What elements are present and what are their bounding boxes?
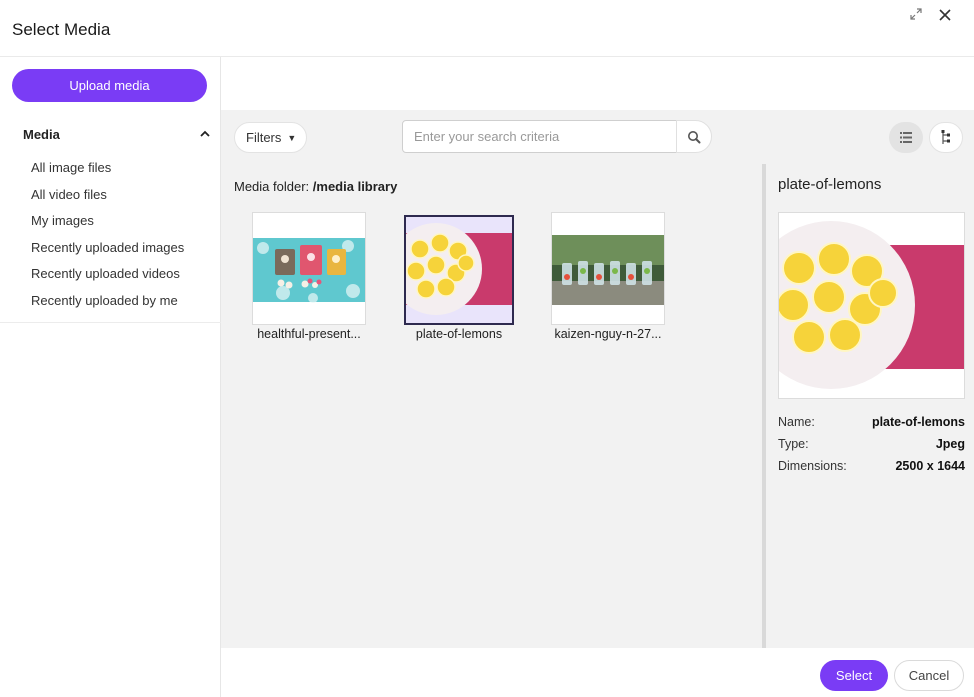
upload-media-button[interactable]: Upload media — [12, 69, 207, 102]
tile-label: kaizen-nguy-n-27... — [554, 327, 662, 341]
thumbnail-image — [390, 223, 512, 315]
media-folder-path: Media folder: /media library — [234, 179, 397, 194]
media-tile-healthful[interactable] — [252, 212, 366, 325]
toolbar: Filters ▼ — [221, 110, 974, 164]
caret-down-icon: ▼ — [287, 133, 297, 143]
filters-button[interactable]: Filters ▼ — [234, 122, 307, 153]
folder-path: /media library — [312, 179, 398, 194]
meta-type-label: Type: — [778, 437, 809, 451]
chevron-up-icon[interactable] — [198, 127, 212, 141]
select-button[interactable]: Select — [820, 660, 888, 691]
list-view-button[interactable] — [889, 122, 923, 153]
close-icon[interactable] — [936, 8, 954, 26]
expand-icon[interactable] — [907, 8, 925, 26]
folder-prefix: Media folder: — [234, 179, 310, 194]
thumbnail-image — [253, 238, 365, 303]
main-top-area — [221, 57, 974, 110]
tree-view-button[interactable] — [929, 122, 963, 153]
meta-name-row: Name: plate-of-lemons — [778, 415, 965, 429]
sidebar-item-recently-uploaded-by-me[interactable]: Recently uploaded by me — [0, 288, 221, 315]
tile-label: healthful-present... — [257, 327, 361, 341]
thumbnail-image — [552, 235, 664, 305]
dialog-title: Select Media — [12, 20, 111, 39]
sidebar: Upload media Media All image files All v… — [0, 57, 221, 697]
meta-type-row: Type: Jpeg — [778, 437, 965, 451]
sidebar-divider — [0, 322, 221, 323]
meta-dimensions-value: 2500 x 1644 — [895, 459, 965, 473]
meta-dimensions-row: Dimensions: 2500 x 1644 — [778, 459, 965, 473]
search-icon — [688, 131, 701, 144]
tree-view-icon — [941, 130, 950, 144]
meta-type-value: Jpeg — [935, 437, 965, 451]
filters-label: Filters — [246, 130, 282, 145]
search-input[interactable] — [402, 120, 678, 153]
details-title: plate-of-lemons — [778, 176, 882, 193]
media-filter-list: All image files All video files My image… — [0, 155, 221, 315]
list-view-icon — [900, 132, 912, 143]
media-tile-plate-of-lemons[interactable] — [390, 215, 514, 325]
media-tile-kaizen[interactable] — [551, 212, 665, 325]
sidebar-item-recently-uploaded-videos[interactable]: Recently uploaded videos — [0, 261, 221, 288]
media-section-title: Media — [23, 127, 60, 142]
dialog-header: Select Media — [0, 0, 974, 57]
dialog-footer: Select Cancel — [221, 648, 974, 697]
details-panel: plate-of-lemons Name: plate-of-lemons Ty… — [766, 164, 974, 648]
search-button[interactable] — [676, 120, 712, 153]
sidebar-item-all-video-files[interactable]: All video files — [0, 182, 221, 209]
meta-name-label: Name: — [778, 415, 815, 429]
sidebar-item-my-images[interactable]: My images — [0, 208, 221, 235]
meta-dimensions-label: Dimensions: — [778, 459, 847, 473]
cancel-button[interactable]: Cancel — [894, 660, 964, 691]
meta-name-value: plate-of-lemons — [871, 415, 965, 429]
preview-image — [778, 212, 965, 399]
sidebar-item-recently-uploaded-images[interactable]: Recently uploaded images — [0, 235, 221, 262]
media-grid-area: Media folder: /media library healthful-p… — [221, 164, 762, 648]
tile-label: plate-of-lemons — [415, 327, 503, 341]
sidebar-item-all-image-files[interactable]: All image files — [0, 155, 221, 182]
search-bar — [402, 120, 712, 153]
